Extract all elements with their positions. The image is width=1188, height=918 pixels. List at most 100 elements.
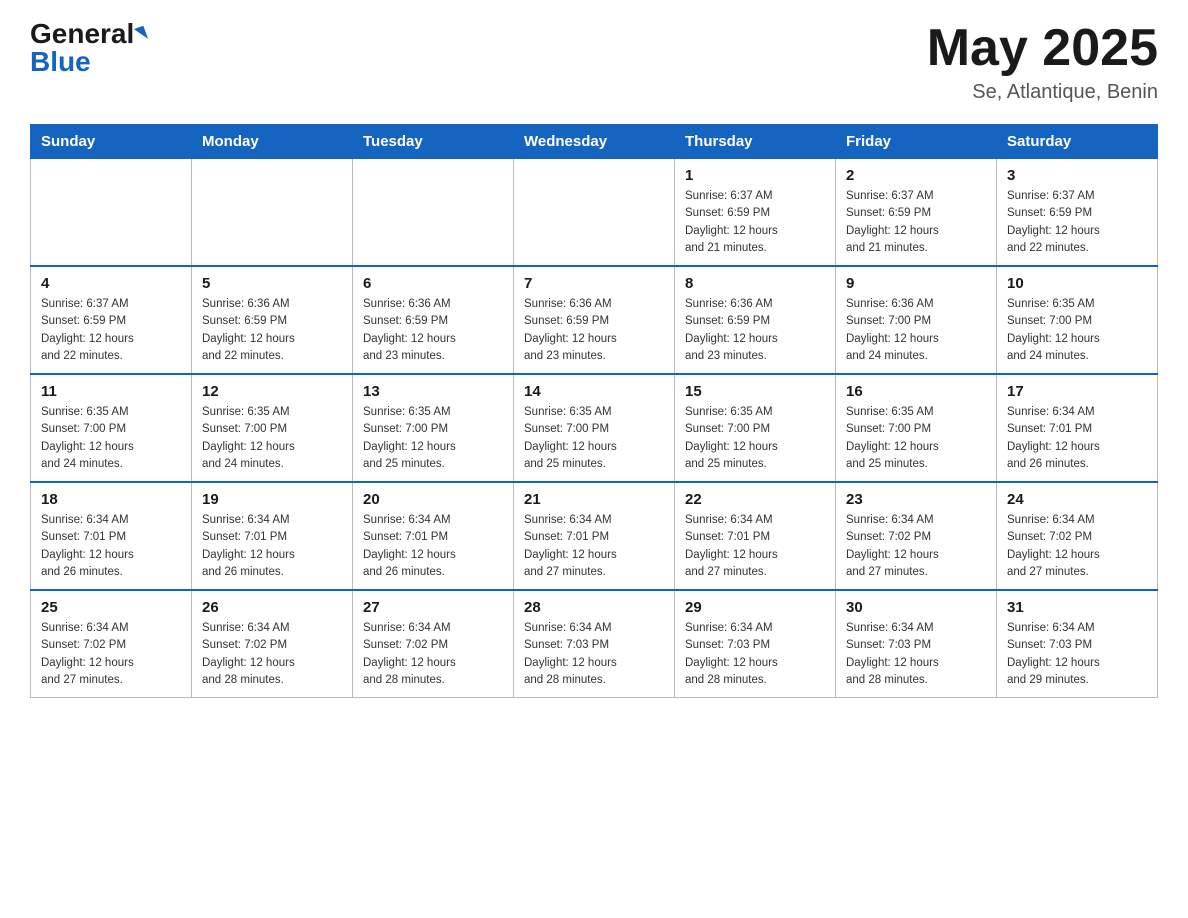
calendar-cell: 10 Sunrise: 6:35 AMSunset: 7:00 PMDayligh… [997, 266, 1158, 374]
day-info: Sunrise: 6:35 AMSunset: 7:00 PMDaylight:… [41, 404, 181, 473]
calendar-cell: 19 Sunrise: 6:34 AMSunset: 7:01 PMDayligh… [192, 482, 353, 590]
logo-triangle-icon [134, 26, 148, 43]
day-info: Sunrise: 6:34 AMSunset: 7:02 PMDaylight:… [41, 620, 181, 689]
day-info: Sunrise: 6:34 AMSunset: 7:02 PMDaylight:… [363, 620, 503, 689]
calendar-title: May 2025 [927, 20, 1158, 77]
calendar-header-sunday: Sunday [31, 125, 192, 159]
calendar-week-row: 25Sunrise: 6:34 AMSunset: 7:02 PMDayligh… [31, 590, 1158, 698]
day-number: 23 [846, 491, 986, 508]
day-info: Sunrise: 6:35 AMSunset: 7:00 PMDaylight:… [363, 404, 503, 473]
day-info: Sunrise: 6:34 AMSunset: 7:01 PMDaylight:… [1007, 404, 1147, 473]
day-info: Sunrise: 6:35 AMSunset: 7:00 PMDaylight:… [524, 404, 664, 473]
calendar-cell [192, 159, 353, 267]
day-info: Sunrise: 6:36 AMSunset: 6:59 PMDaylight:… [685, 296, 825, 365]
calendar-cell: 27 Sunrise: 6:34 AMSunset: 7:02 PMDayligh… [353, 590, 514, 698]
day-number: 13 [363, 383, 503, 400]
calendar-location: Se, Atlantique, Benin [927, 81, 1158, 104]
day-number: 20 [363, 491, 503, 508]
calendar-cell: 24 Sunrise: 6:34 AMSunset: 7:02 PMDayligh… [997, 482, 1158, 590]
calendar-cell: 12Sunrise: 6:35 AMSunset: 7:00 PMDayligh… [192, 374, 353, 482]
page-header: General Blue May 2025 Se, Atlantique, Be… [30, 20, 1158, 104]
day-number: 21 [524, 491, 664, 508]
day-number: 10 [1007, 275, 1147, 292]
calendar-cell: 28 Sunrise: 6:34 AMSunset: 7:03 PMDayligh… [514, 590, 675, 698]
calendar-cell [514, 159, 675, 267]
day-number: 9 [846, 275, 986, 292]
calendar-week-row: 1Sunrise: 6:37 AMSunset: 6:59 PMDaylight… [31, 159, 1158, 267]
day-info: Sunrise: 6:37 AMSunset: 6:59 PMDaylight:… [846, 188, 986, 257]
day-info: Sunrise: 6:34 AMSunset: 7:03 PMDaylight:… [524, 620, 664, 689]
calendar-cell: 25Sunrise: 6:34 AMSunset: 7:02 PMDayligh… [31, 590, 192, 698]
day-info: Sunrise: 6:34 AMSunset: 7:01 PMDaylight:… [363, 512, 503, 581]
day-number: 19 [202, 491, 342, 508]
day-info: Sunrise: 6:34 AMSunset: 7:03 PMDaylight:… [685, 620, 825, 689]
calendar-header-thursday: Thursday [675, 125, 836, 159]
calendar-header-saturday: Saturday [997, 125, 1158, 159]
day-number: 8 [685, 275, 825, 292]
calendar-cell: 14 Sunrise: 6:35 AMSunset: 7:00 PMDayligh… [514, 374, 675, 482]
day-info: Sunrise: 6:34 AMSunset: 7:02 PMDaylight:… [1007, 512, 1147, 581]
day-number: 27 [363, 599, 503, 616]
day-number: 4 [41, 275, 181, 292]
calendar-cell: 21 Sunrise: 6:34 AMSunset: 7:01 PMDayligh… [514, 482, 675, 590]
calendar-cell: 23 Sunrise: 6:34 AMSunset: 7:02 PMDayligh… [836, 482, 997, 590]
calendar-cell: 26 Sunrise: 6:34 AMSunset: 7:02 PMDayligh… [192, 590, 353, 698]
day-number: 6 [363, 275, 503, 292]
day-number: 14 [524, 383, 664, 400]
calendar-cell: 31 Sunrise: 6:34 AMSunset: 7:03 PMDayligh… [997, 590, 1158, 698]
calendar-cell: 9 Sunrise: 6:36 AMSunset: 7:00 PMDaylight… [836, 266, 997, 374]
logo: General Blue [30, 20, 146, 76]
calendar-cell: 1Sunrise: 6:37 AMSunset: 6:59 PMDaylight… [675, 159, 836, 267]
calendar-cell: 4Sunrise: 6:37 AMSunset: 6:59 PMDaylight… [31, 266, 192, 374]
day-info: Sunrise: 6:35 AMSunset: 7:00 PMDaylight:… [846, 404, 986, 473]
day-info: Sunrise: 6:35 AMSunset: 7:00 PMDaylight:… [685, 404, 825, 473]
day-number: 24 [1007, 491, 1147, 508]
day-info: Sunrise: 6:36 AMSunset: 6:59 PMDaylight:… [202, 296, 342, 365]
calendar-cell: 6 Sunrise: 6:36 AMSunset: 6:59 PMDaylight… [353, 266, 514, 374]
day-number: 17 [1007, 383, 1147, 400]
day-info: Sunrise: 6:34 AMSunset: 7:03 PMDaylight:… [846, 620, 986, 689]
calendar-cell [31, 159, 192, 267]
title-block: May 2025 Se, Atlantique, Benin [927, 20, 1158, 104]
calendar-week-row: 11 Sunrise: 6:35 AMSunset: 7:00 PMDayligh… [31, 374, 1158, 482]
day-info: Sunrise: 6:37 AMSunset: 6:59 PMDaylight:… [685, 188, 825, 257]
calendar-header-wednesday: Wednesday [514, 125, 675, 159]
calendar-cell: 29 Sunrise: 6:34 AMSunset: 7:03 PMDayligh… [675, 590, 836, 698]
day-info: Sunrise: 6:34 AMSunset: 7:02 PMDaylight:… [202, 620, 342, 689]
day-info: Sunrise: 6:34 AMSunset: 7:01 PMDaylight:… [524, 512, 664, 581]
day-number: 30 [846, 599, 986, 616]
calendar-header-tuesday: Tuesday [353, 125, 514, 159]
day-info: Sunrise: 6:36 AMSunset: 7:00 PMDaylight:… [846, 296, 986, 365]
day-info: Sunrise: 6:35 AMSunset: 7:00 PMDaylight:… [1007, 296, 1147, 365]
day-number: 26 [202, 599, 342, 616]
calendar-header-friday: Friday [836, 125, 997, 159]
day-number: 3 [1007, 167, 1147, 184]
day-number: 11 [41, 383, 181, 400]
calendar-cell: 18Sunrise: 6:34 AMSunset: 7:01 PMDayligh… [31, 482, 192, 590]
logo-general-text: General [30, 20, 134, 48]
day-info: Sunrise: 6:34 AMSunset: 7:03 PMDaylight:… [1007, 620, 1147, 689]
day-info: Sunrise: 6:36 AMSunset: 6:59 PMDaylight:… [363, 296, 503, 365]
calendar-week-row: 4Sunrise: 6:37 AMSunset: 6:59 PMDaylight… [31, 266, 1158, 374]
day-number: 31 [1007, 599, 1147, 616]
calendar-cell: 11 Sunrise: 6:35 AMSunset: 7:00 PMDayligh… [31, 374, 192, 482]
day-number: 28 [524, 599, 664, 616]
day-info: Sunrise: 6:34 AMSunset: 7:02 PMDaylight:… [846, 512, 986, 581]
day-info: Sunrise: 6:36 AMSunset: 6:59 PMDaylight:… [524, 296, 664, 365]
day-info: Sunrise: 6:34 AMSunset: 7:01 PMDaylight:… [202, 512, 342, 581]
day-info: Sunrise: 6:35 AMSunset: 7:00 PMDaylight:… [202, 404, 342, 473]
calendar-cell: 15Sunrise: 6:35 AMSunset: 7:00 PMDayligh… [675, 374, 836, 482]
calendar-cell: 2Sunrise: 6:37 AMSunset: 6:59 PMDaylight… [836, 159, 997, 267]
day-info: Sunrise: 6:37 AMSunset: 6:59 PMDaylight:… [1007, 188, 1147, 257]
calendar-table: SundayMondayTuesdayWednesdayThursdayFrid… [30, 124, 1158, 698]
calendar-cell: 5 Sunrise: 6:36 AMSunset: 6:59 PMDaylight… [192, 266, 353, 374]
day-number: 16 [846, 383, 986, 400]
calendar-header-row: SundayMondayTuesdayWednesdayThursdayFrid… [31, 125, 1158, 159]
calendar-cell: 17 Sunrise: 6:34 AMSunset: 7:01 PMDayligh… [997, 374, 1158, 482]
calendar-header-monday: Monday [192, 125, 353, 159]
day-info: Sunrise: 6:34 AMSunset: 7:01 PMDaylight:… [41, 512, 181, 581]
day-number: 29 [685, 599, 825, 616]
logo-blue-text: Blue [30, 48, 91, 76]
day-number: 5 [202, 275, 342, 292]
calendar-cell: 20 Sunrise: 6:34 AMSunset: 7:01 PMDayligh… [353, 482, 514, 590]
